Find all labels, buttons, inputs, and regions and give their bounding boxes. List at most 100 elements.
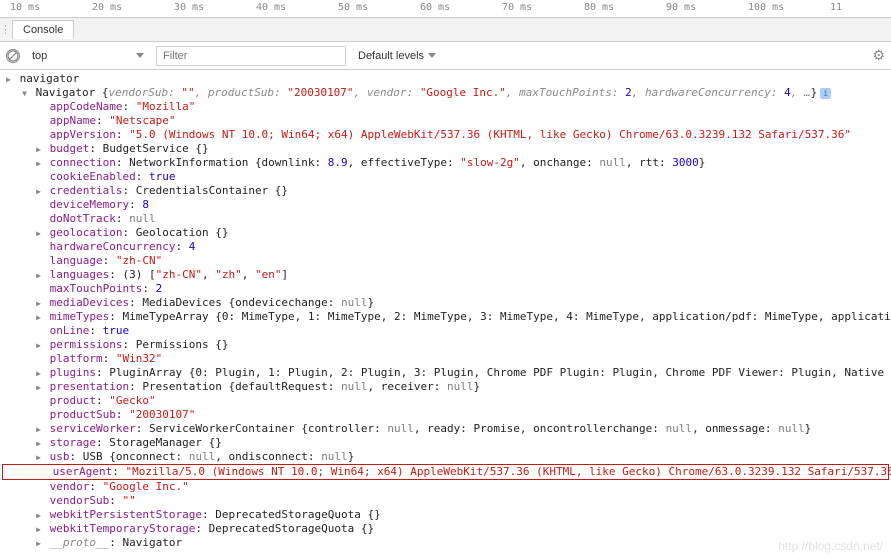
object-property[interactable]: language: "zh-CN" (0, 254, 891, 268)
expand-toggle[interactable] (34, 536, 43, 545)
expand-toggle[interactable] (34, 508, 43, 517)
object-property[interactable]: permissions: Permissions {} (0, 338, 891, 352)
property-key: cookieEnabled (50, 170, 136, 183)
expand-toggle[interactable] (34, 338, 43, 347)
gear-icon[interactable]: ⚙ (872, 47, 885, 64)
log-levels-selector[interactable]: Default levels (354, 48, 440, 64)
property-key: languages (50, 268, 110, 281)
chevron-down-icon (428, 53, 436, 58)
property-value: "zh-CN" (116, 254, 162, 267)
console-output: navigator Navigator {vendorSub: "", prod… (0, 70, 891, 552)
property-key: appCodeName (50, 100, 123, 113)
object-property[interactable]: deviceMemory: 8 (0, 198, 891, 212)
property-key: vendorSub (50, 494, 110, 507)
expand-toggle[interactable] (34, 450, 43, 459)
expand-toggle[interactable] (34, 422, 43, 431)
object-property[interactable]: doNotTrack: null (0, 212, 891, 226)
expand-toggle[interactable] (34, 226, 43, 235)
object-property[interactable]: storage: StorageManager {} (0, 436, 891, 450)
object-property[interactable]: userAgent: "Mozilla/5.0 (Windows NT 10.0… (2, 464, 889, 480)
property-value: "20030107" (129, 408, 195, 421)
object-property[interactable]: mediaDevices: MediaDevices {ondevicechan… (0, 296, 891, 310)
object-property[interactable]: languages: (3) ["zh-CN", "zh", "en"] (0, 268, 891, 282)
info-icon[interactable]: i (820, 88, 831, 99)
expand-toggle[interactable] (20, 86, 29, 95)
object-property[interactable]: platform: "Win32" (0, 352, 891, 366)
object-property[interactable]: presentation: Presentation {defaultReque… (0, 380, 891, 394)
expand-toggle[interactable] (34, 156, 43, 165)
levels-value: Default levels (358, 50, 424, 62)
clear-console-icon[interactable] (6, 49, 20, 63)
object-property[interactable]: credentials: CredentialsContainer {} (0, 184, 891, 198)
expand-toggle[interactable] (34, 380, 43, 389)
property-key: webkitTemporaryStorage (50, 522, 196, 535)
object-property[interactable]: geolocation: Geolocation {} (0, 226, 891, 240)
property-key: usb (50, 450, 70, 463)
property-value: true (149, 170, 176, 183)
console-input-echo: navigator (0, 72, 891, 86)
object-property[interactable]: mimeTypes: MimeTypeArray {0: MimeType, 1… (0, 310, 891, 324)
property-value: 2 (156, 282, 163, 295)
object-property[interactable]: usb: USB {onconnect: null, ondisconnect:… (0, 450, 891, 464)
tick-label: 80 ms (584, 2, 614, 13)
property-key: webkitPersistentStorage (50, 508, 202, 521)
property-key: presentation (50, 380, 129, 393)
object-property[interactable]: webkitTemporaryStorage: DeprecatedStorag… (0, 522, 891, 536)
property-key: geolocation (50, 226, 123, 239)
property-value: "Mozilla" (136, 100, 196, 113)
object-property[interactable]: product: "Gecko" (0, 394, 891, 408)
object-property[interactable]: onLine: true (0, 324, 891, 338)
console-toolbar: top Default levels ⚙ (0, 42, 891, 70)
property-value: "Mozilla/5.0 (Windows NT 10.0; Win64; x6… (125, 465, 891, 478)
property-key: mimeTypes (50, 310, 110, 323)
property-value: Permissions {} (136, 338, 229, 351)
context-selector[interactable]: top (28, 48, 148, 64)
object-property[interactable]: plugins: PluginArray {0: Plugin, 1: Plug… (0, 366, 891, 380)
expand-toggle[interactable] (34, 184, 43, 193)
object-property[interactable]: budget: BudgetService {} (0, 142, 891, 156)
object-property[interactable]: webkitPersistentStorage: DeprecatedStora… (0, 508, 891, 522)
object-property[interactable]: vendor: "Google Inc." (0, 480, 891, 494)
expand-toggle[interactable] (34, 522, 43, 531)
property-value: "Netscape" (109, 114, 175, 127)
property-key: permissions (50, 338, 123, 351)
expand-toggle[interactable] (34, 436, 43, 445)
property-key: userAgent (53, 465, 113, 478)
object-property[interactable]: cookieEnabled: true (0, 170, 891, 184)
property-value: "Gecko" (109, 394, 155, 407)
object-property[interactable]: appVersion: "5.0 (Windows NT 10.0; Win64… (0, 128, 891, 142)
expand-toggle[interactable] (34, 310, 43, 319)
object-property[interactable]: vendorSub: "" (0, 494, 891, 508)
tick-label: 100 ms (748, 2, 784, 13)
expand-toggle[interactable] (34, 142, 43, 151)
object-property[interactable]: productSub: "20030107" (0, 408, 891, 422)
tick-label: 30 ms (174, 2, 204, 13)
tick-label: 70 ms (502, 2, 532, 13)
property-key: credentials (50, 184, 123, 197)
object-property[interactable]: appName: "Netscape" (0, 114, 891, 128)
property-key: plugins (50, 366, 96, 379)
property-key: product (50, 394, 96, 407)
tab-console[interactable]: Console (12, 20, 74, 39)
tick-label: 90 ms (666, 2, 696, 13)
expand-toggle[interactable] (34, 296, 43, 305)
object-property[interactable]: __proto__: Navigator (0, 536, 891, 550)
expand-toggle[interactable] (34, 366, 43, 375)
property-key: onLine (50, 324, 90, 337)
object-property[interactable]: connection: NetworkInformation {downlink… (0, 156, 891, 170)
filter-input[interactable] (156, 46, 346, 66)
drag-handle-icon[interactable]: ⋮ (0, 23, 10, 36)
object-property[interactable]: maxTouchPoints: 2 (0, 282, 891, 296)
object-header[interactable]: Navigator {vendorSub: "", productSub: "2… (0, 86, 891, 100)
property-value: true (103, 324, 130, 337)
property-value: Navigator (122, 536, 182, 549)
object-property[interactable]: hardwareConcurrency: 4 (0, 240, 891, 254)
object-property[interactable]: appCodeName: "Mozilla" (0, 100, 891, 114)
expand-toggle[interactable] (34, 268, 43, 277)
context-value: top (32, 50, 47, 62)
tick-label: 10 ms (10, 2, 40, 13)
property-key: mediaDevices (50, 296, 129, 309)
property-value: null (129, 212, 156, 225)
expand-toggle[interactable] (4, 72, 13, 81)
object-property[interactable]: serviceWorker: ServiceWorkerContainer {c… (0, 422, 891, 436)
